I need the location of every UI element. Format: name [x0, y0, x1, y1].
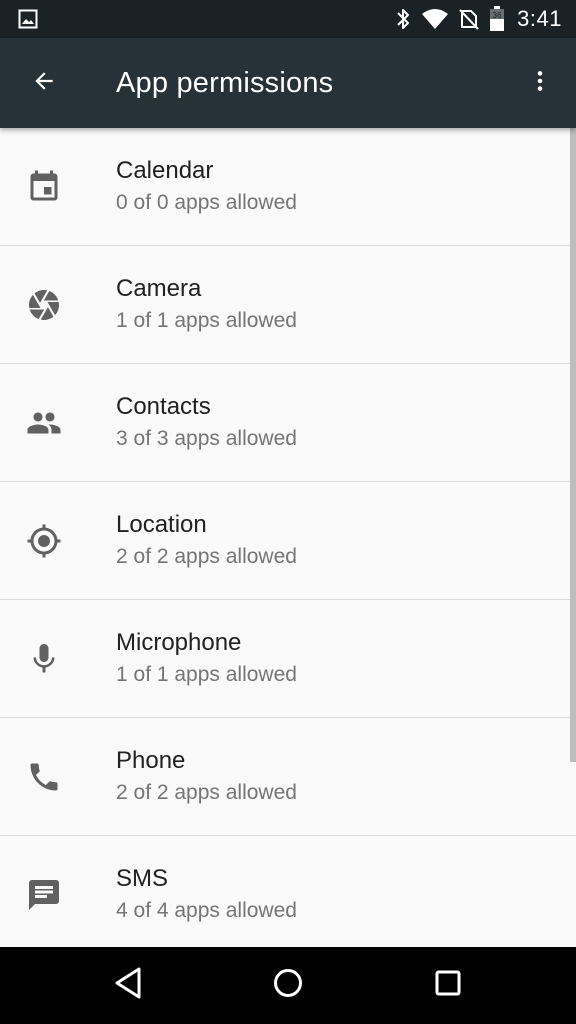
- arrow-back-icon: [31, 68, 57, 99]
- permission-title: Camera: [116, 275, 202, 302]
- status-right-icons: 36 3:41: [395, 0, 562, 38]
- permission-title: Calendar: [116, 157, 214, 184]
- wifi-icon: [421, 8, 449, 30]
- status-left-icons: [18, 9, 38, 29]
- sms-icon: [26, 877, 62, 913]
- battery-icon: 36: [489, 6, 505, 32]
- status-bar: 36 3:41: [0, 0, 576, 38]
- nav-home-icon: [272, 967, 304, 1004]
- permission-summary: 0 of 0 apps allowed: [116, 191, 297, 214]
- more-vert-icon: [527, 68, 553, 99]
- navigation-bar: [0, 947, 576, 1024]
- permission-summary: 1 of 1 apps allowed: [116, 309, 297, 332]
- app-bar: App permissions: [0, 38, 576, 128]
- image-notification-icon: [18, 9, 38, 29]
- permission-title: SMS: [116, 865, 169, 892]
- permission-summary: 4 of 4 apps allowed: [116, 899, 297, 922]
- permission-summary: 2 of 2 apps allowed: [116, 781, 297, 804]
- nav-recents-icon: [434, 969, 462, 1002]
- permission-title: Microphone: [116, 629, 242, 656]
- location-icon: [26, 523, 62, 559]
- calendar-icon: [26, 169, 62, 205]
- permission-title: Location: [116, 511, 207, 538]
- camera-icon: [26, 287, 62, 323]
- permission-item-contacts[interactable]: Contacts 3 of 3 apps allowed: [0, 364, 576, 482]
- permission-item-calendar[interactable]: Calendar 0 of 0 apps allowed: [0, 128, 576, 246]
- scrollbar[interactable]: [570, 128, 576, 762]
- back-button[interactable]: [20, 59, 68, 107]
- nav-back-icon: [113, 966, 143, 1005]
- permission-title: Phone: [116, 747, 186, 774]
- microphone-icon: [26, 641, 62, 677]
- permission-list: Calendar 0 of 0 apps allowed Camera 1 of…: [0, 128, 576, 947]
- permission-title: Contacts: [116, 393, 211, 420]
- nav-home-button[interactable]: [258, 955, 318, 1015]
- permission-item-microphone[interactable]: Microphone 1 of 1 apps allowed: [0, 600, 576, 718]
- nav-recents-button[interactable]: [418, 955, 478, 1015]
- page-title: App permissions: [116, 67, 334, 99]
- contacts-icon: [26, 405, 62, 441]
- permission-item-sms[interactable]: SMS 4 of 4 apps allowed: [0, 836, 576, 947]
- more-options-button[interactable]: [516, 59, 564, 107]
- permission-item-camera[interactable]: Camera 1 of 1 apps allowed: [0, 246, 576, 364]
- permission-item-location[interactable]: Location 2 of 2 apps allowed: [0, 482, 576, 600]
- no-sim-icon: [459, 8, 479, 30]
- permission-list-container: Calendar 0 of 0 apps allowed Camera 1 of…: [0, 128, 576, 947]
- bluetooth-icon: [395, 7, 411, 31]
- nav-back-button[interactable]: [98, 955, 158, 1015]
- permission-summary: 2 of 2 apps allowed: [116, 545, 297, 568]
- permission-summary: 1 of 1 apps allowed: [116, 663, 297, 686]
- phone-icon: [26, 759, 62, 795]
- permission-item-phone[interactable]: Phone 2 of 2 apps allowed: [0, 718, 576, 836]
- status-clock: 3:41: [517, 6, 562, 31]
- permission-summary: 3 of 3 apps allowed: [116, 427, 297, 450]
- battery-level-text: 36: [493, 11, 502, 20]
